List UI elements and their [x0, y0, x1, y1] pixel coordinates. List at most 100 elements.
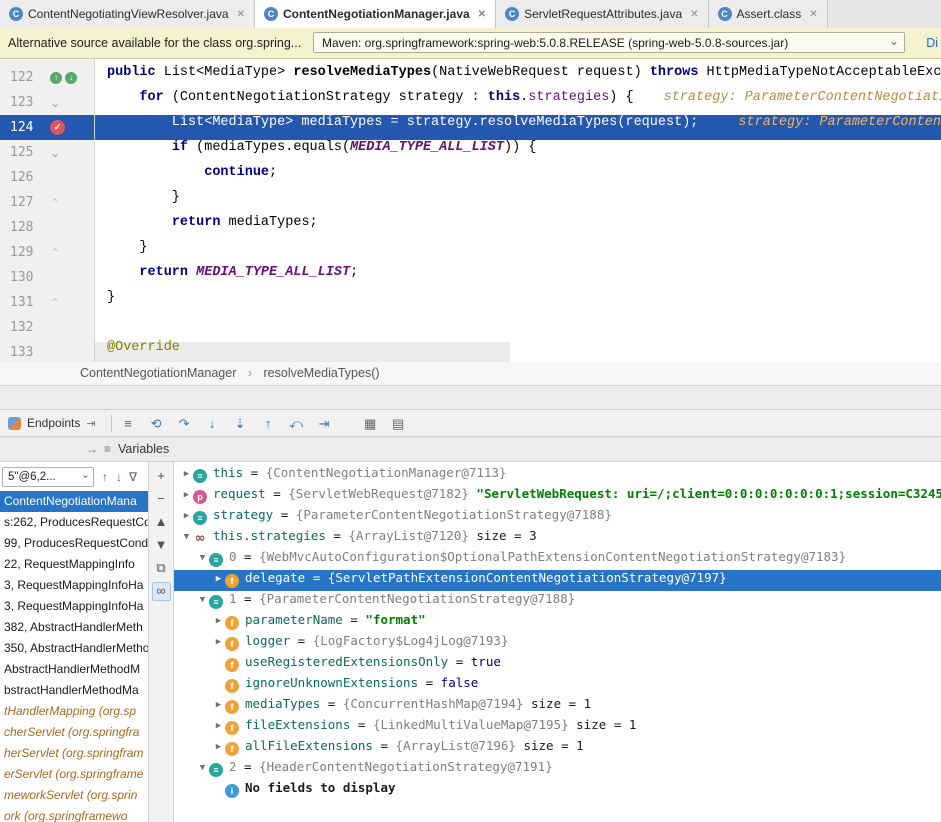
stack-frame-item[interactable]: meworkServlet (org.sprin — [0, 785, 148, 806]
variable-row[interactable]: ▼≡1 = {ParameterContentNegotiationStrate… — [174, 591, 941, 612]
expand-arrow-icon[interactable]: ▶ — [212, 742, 225, 752]
variable-row[interactable]: ▶flogger = {LogFactory$Log4jLog@7193} — [174, 633, 941, 654]
drop-frame-icon[interactable]: ⤺ — [287, 414, 306, 433]
layout-settings-icon[interactable]: ▤ — [389, 414, 408, 433]
breadcrumb-class[interactable]: ContentNegotiationManager — [80, 366, 236, 380]
editor-tab[interactable]: CContentNegotiatingViewResolver.java✕ — [0, 0, 255, 28]
force-step-into-icon[interactable]: ⇣ — [231, 414, 250, 433]
code-line[interactable]: continue; — [95, 165, 941, 190]
variable-row[interactable]: ▶ffileExtensions = {LinkedMultiValueMap@… — [174, 717, 941, 738]
code-line[interactable]: List<MediaType> mediaTypes = strategy.re… — [95, 115, 941, 140]
variable-row[interactable]: fignoreUnknownExtensions = false — [174, 675, 941, 696]
code-line[interactable]: return mediaTypes; — [95, 215, 941, 240]
stack-frame-item[interactable]: tHandlerMapping (org.sp — [0, 701, 148, 722]
collapse-arrow-icon[interactable]: ▼ — [196, 553, 209, 563]
stack-frame-item[interactable]: cherServlet (org.springfra — [0, 722, 148, 743]
editor-tab[interactable]: CContentNegotiationManager.java✕ — [255, 0, 496, 28]
code-line[interactable]: return MEDIA_TYPE_ALL_LIST; — [95, 265, 941, 290]
stack-frame-item[interactable]: AbstractHandlerMethodM — [0, 659, 148, 680]
close-tab-icon[interactable]: ✕ — [478, 9, 486, 20]
editor-tab[interactable]: CAssert.class✕ — [709, 0, 828, 28]
step-over-icon[interactable]: ↷ — [175, 414, 194, 433]
variable-row[interactable]: ▶≡this = {ContentNegotiationManager@7113… — [174, 465, 941, 486]
implementing-marker-icon[interactable]: ↑ — [50, 72, 62, 84]
source-jar-dropdown[interactable]: Maven: org.springframework:spring-web:5.… — [313, 32, 905, 53]
code-line[interactable]: } — [95, 290, 941, 315]
expand-arrow-icon[interactable]: ▶ — [180, 490, 193, 500]
stack-frame-item[interactable]: ork (org.springframewo — [0, 806, 148, 822]
stack-frame-item[interactable]: 350, AbstractHandlerMetho — [0, 638, 148, 659]
collapse-arrow-icon[interactable]: ▼ — [196, 595, 209, 605]
breakpoint-icon[interactable]: ✓ — [50, 120, 65, 135]
code-line[interactable]: } — [95, 190, 941, 215]
expand-arrow-icon[interactable]: ▶ — [212, 637, 225, 647]
pin-tab-icon[interactable]: ⇥ — [86, 417, 95, 430]
stack-frame-item[interactable]: 22, RequestMappingInfo — [0, 554, 148, 575]
fold-start-icon[interactable]: ⌄ — [50, 97, 60, 109]
variable-row[interactable]: ▶≡strategy = {ParameterContentNegotiatio… — [174, 507, 941, 528]
editor-tab[interactable]: CServletRequestAttributes.java✕ — [496, 0, 708, 28]
expand-arrow-icon[interactable]: ▶ — [212, 721, 225, 731]
next-frame-icon[interactable]: ↓ — [112, 470, 126, 484]
fold-end-icon[interactable]: ⌃ — [50, 247, 60, 259]
code-line[interactable] — [95, 315, 941, 340]
close-tab-icon[interactable]: ✕ — [690, 9, 698, 20]
fold-start-icon[interactable]: ⌄ — [50, 147, 60, 159]
add-watch-icon[interactable]: + — [153, 467, 170, 484]
expand-arrow-icon[interactable]: ▶ — [212, 700, 225, 710]
editor-code-area[interactable]: public List<MediaType> resolveMediaTypes… — [95, 59, 941, 362]
fold-end-icon[interactable]: ⌃ — [50, 197, 60, 209]
variable-row[interactable]: ▶fallFileExtensions = {ArrayList@7196} s… — [174, 738, 941, 759]
stack-frame-item[interactable]: 382, AbstractHandlerMeth — [0, 617, 148, 638]
code-line[interactable]: @Override — [95, 340, 941, 362]
variable-row[interactable]: ▼≡2 = {HeaderContentNegotiationStrategy@… — [174, 759, 941, 780]
expand-arrow-icon[interactable]: ▶ — [180, 469, 193, 479]
collapse-arrow-icon[interactable]: ▼ — [196, 763, 209, 773]
code-line[interactable]: if (mediaTypes.equals(MEDIA_TYPE_ALL_LIS… — [95, 140, 941, 165]
disable-link[interactable]: Di — [926, 28, 938, 59]
stack-frame-item[interactable]: erServlet (org.springframe — [0, 764, 148, 785]
move-watch-up-icon[interactable]: ▲ — [153, 513, 170, 530]
menu-icon[interactable]: ≡ — [104, 442, 111, 456]
threads-list-icon[interactable]: ≡ — [119, 414, 138, 433]
previous-frame-icon[interactable]: ↑ — [98, 470, 112, 484]
restore-layout-icon[interactable]: → — [86, 442, 98, 456]
variable-row[interactable]: ▶fdelegate = {ServletPathExtensionConten… — [174, 570, 941, 591]
code-line[interactable]: } — [95, 240, 941, 265]
variable-row[interactable]: ▶fmediaTypes = {ConcurrentHashMap@7194} … — [174, 696, 941, 717]
expand-arrow-icon[interactable]: ▶ — [180, 511, 193, 521]
stack-frame-item[interactable]: herServlet (org.springfram — [0, 743, 148, 764]
move-watch-down-icon[interactable]: ▼ — [153, 536, 170, 553]
stack-frame-item[interactable]: bstractHandlerMethodMa — [0, 680, 148, 701]
hide-library-frames-icon[interactable]: ∇ — [126, 470, 140, 484]
tab-endpoints[interactable]: Endpoints ⇥ — [0, 410, 104, 436]
variable-row[interactable]: ▼≡0 = {WebMvcAutoConfiguration$OptionalP… — [174, 549, 941, 570]
duplicate-watch-icon[interactable]: ⧉ — [153, 559, 170, 576]
code-line[interactable]: for (ContentNegotiationStrategy strategy… — [95, 90, 941, 115]
variable-row[interactable]: fuseRegisteredExtensionsOnly = true — [174, 654, 941, 675]
run-to-cursor-icon[interactable]: ⇥ — [315, 414, 334, 433]
close-tab-icon[interactable]: ✕ — [809, 9, 817, 20]
view-as-table-icon[interactable]: ▦ — [361, 414, 380, 433]
close-tab-icon[interactable]: ✕ — [237, 9, 245, 20]
collapse-arrow-icon[interactable]: ▼ — [180, 532, 193, 542]
expand-arrow-icon[interactable]: ▶ — [212, 574, 225, 584]
fold-end-icon[interactable]: ⌃ — [50, 297, 60, 309]
variable-row[interactable]: iNo fields to display — [174, 780, 941, 801]
stack-frame-item[interactable]: 99, ProducesRequestCond — [0, 533, 148, 554]
stack-frame-item[interactable]: ContentNegotiationMana — [0, 491, 148, 512]
overridden-marker-icon[interactable]: ↓ — [65, 72, 77, 84]
show-execution-point-icon[interactable]: ⟲ — [147, 414, 166, 433]
variable-row[interactable]: ▶prequest = {ServletWebRequest@7182} "Se… — [174, 486, 941, 507]
remove-watch-icon[interactable]: − — [153, 490, 170, 507]
step-into-icon[interactable]: ↓ — [203, 414, 222, 433]
show-watches-icon[interactable]: ∞ — [152, 582, 171, 601]
stack-frame-item[interactable]: 3, RequestMappingInfoHa — [0, 596, 148, 617]
thread-selector-dropdown[interactable]: 5"@6,2... ⌄ — [2, 467, 94, 487]
expand-arrow-icon[interactable]: ▶ — [212, 616, 225, 626]
code-line[interactable]: public List<MediaType> resolveMediaTypes… — [95, 65, 941, 90]
stack-frame-item[interactable]: s:262, ProducesRequestCo — [0, 512, 148, 533]
variable-row[interactable]: ▼∞this.strategies = {ArrayList@7120} siz… — [174, 528, 941, 549]
breadcrumb-method[interactable]: resolveMediaTypes() — [264, 366, 380, 380]
step-out-icon[interactable]: ↑ — [259, 414, 278, 433]
